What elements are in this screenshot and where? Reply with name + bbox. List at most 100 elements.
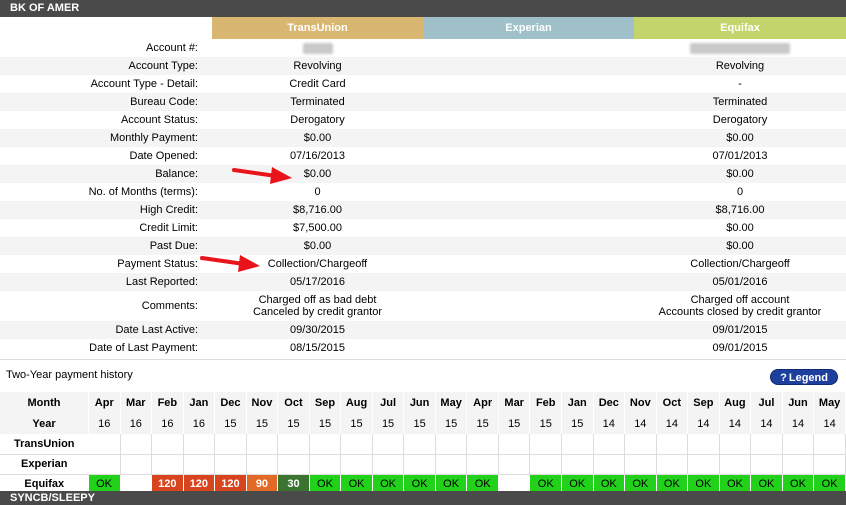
- month-cell: Feb: [529, 392, 562, 413]
- field-label: Balance:: [0, 165, 212, 183]
- experian-row-label: Experian: [0, 454, 89, 475]
- transunion-history-cell: [277, 434, 310, 455]
- equifax-value: $0.00: [634, 237, 846, 255]
- transunion-history-cell: [750, 434, 783, 455]
- account-detail-row: Last Reported: 05/17/2016 05/01/2016: [0, 273, 846, 291]
- account-detail-row: Bureau Code: Terminated Terminated: [0, 93, 846, 111]
- transunion-value: Derogatory: [290, 114, 345, 126]
- bureau-header-row: TransUnion Experian Equifax: [0, 17, 846, 39]
- field-label: Date Last Active:: [0, 321, 212, 339]
- month-row: Month Apr Mar Feb Jan Dec Nov Oct Sep Aug Jul Jun M…: [0, 392, 846, 413]
- year-cell: 14: [687, 413, 720, 434]
- equifax-value: Charged off account Accounts closed by cr…: [634, 291, 846, 321]
- comment-line: Charged off account: [690, 294, 790, 306]
- experian-history-cell: [561, 454, 594, 475]
- equifax-value: $8,716.00: [634, 201, 846, 219]
- experian-value: [423, 321, 634, 339]
- legend-button[interactable]: ? Legend: [770, 369, 838, 385]
- experian-history-cell: [719, 454, 752, 475]
- field-label: High Credit:: [0, 201, 212, 219]
- month-cell: Sep: [687, 392, 720, 413]
- experian-value: [423, 57, 634, 75]
- transunion-value: Revolving: [212, 57, 423, 75]
- transunion-value: [212, 39, 423, 57]
- year-cell: 15: [435, 413, 468, 434]
- experian-history-cell: [435, 454, 468, 475]
- month-cell: Apr: [88, 392, 121, 413]
- next-account-section-header[interactable]: SYNCB/SLEEPY: [0, 491, 846, 505]
- account-detail-row: Account Type - Detail: Credit Card -: [0, 75, 846, 93]
- experian-value: [423, 291, 634, 321]
- equifax-value: 05/01/2016: [634, 273, 846, 291]
- redacted-account-number: [690, 42, 790, 54]
- transunion-history-cell: [340, 434, 373, 455]
- transunion-history-cell: [151, 434, 184, 455]
- transunion-value: Terminated: [212, 93, 423, 111]
- month-cell: Feb: [151, 392, 184, 413]
- equifax-value: -: [738, 78, 742, 90]
- field-label: Comments:: [141, 300, 198, 312]
- legend-button-label: Legend: [788, 372, 828, 384]
- experian-value: [423, 165, 634, 183]
- experian-history-cell: [750, 454, 783, 475]
- equifax-value: $0.00: [726, 222, 754, 234]
- transunion-value: $7,500.00: [293, 222, 342, 234]
- account-detail-row: Monthly Payment: $0.00 $0.00: [0, 129, 846, 147]
- help-icon: ?: [780, 372, 787, 384]
- field-label: Date of Last Payment:: [89, 342, 198, 354]
- month-row-label: Month: [0, 392, 90, 413]
- experian-value: [423, 183, 634, 201]
- month-cell: Jan: [561, 392, 594, 413]
- transunion-history-cell: [561, 434, 594, 455]
- experian-value: [423, 237, 634, 255]
- year-cell: 15: [340, 413, 373, 434]
- month-cell: Nov: [246, 392, 279, 413]
- experian-history-cell: [782, 454, 815, 475]
- experian-history-cell: [214, 454, 247, 475]
- experian-history-cell: [309, 454, 342, 475]
- equifax-value: 09/01/2015: [634, 321, 846, 339]
- year-cell: 14: [750, 413, 783, 434]
- account-detail-row: Date of Last Payment: 08/15/2015 09/01/201…: [0, 339, 846, 357]
- transunion-history-cell: [813, 434, 846, 455]
- account-detail-row: Credit Limit: $7,500.00 $0.00: [0, 219, 846, 237]
- account-section-header[interactable]: BK OF AMER: [0, 0, 846, 17]
- transunion-history-cell: [624, 434, 657, 455]
- equifax-value: 07/01/2013: [712, 150, 768, 162]
- field-label: Bureau Code:: [0, 93, 212, 111]
- account-detail-row: Payment Status: Collection/Chargeoff Colle…: [0, 255, 846, 273]
- year-cell: 16: [120, 413, 153, 434]
- red-arrow-payment-status-annotation: [200, 255, 260, 272]
- field-label: No. of Months (terms):: [88, 186, 198, 198]
- transunion-history-row: TransUnion: [0, 434, 846, 455]
- field-label: Payment Status:: [117, 258, 198, 270]
- transunion-history-cell: [782, 434, 815, 455]
- year-cell: 14: [813, 413, 846, 434]
- payment-history-bar: Two-Year payment history ? Legend: [0, 359, 846, 391]
- field-label: Monthly Payment:: [0, 129, 212, 147]
- month-cell: May: [813, 392, 846, 413]
- transunion-history-cell: [719, 434, 752, 455]
- experian-history-row: Experian: [0, 454, 846, 475]
- equifax-value: Revolving: [634, 57, 846, 75]
- month-cell: Dec: [593, 392, 626, 413]
- month-cell: Sep: [309, 392, 342, 413]
- account-detail-row: Comments: Charged off as bad debt Canceled…: [0, 291, 846, 321]
- transunion-history-cell: [593, 434, 626, 455]
- year-cell: 16: [183, 413, 216, 434]
- transunion-history-cell: [466, 434, 499, 455]
- equifax-column-header: Equifax: [634, 17, 846, 39]
- month-cell: Jan: [183, 392, 216, 413]
- transunion-history-cell: [435, 434, 468, 455]
- experian-history-cell: [246, 454, 279, 475]
- equifax-value: Collection/Chargeoff: [690, 258, 790, 270]
- account-detail-row: Date Last Active: 09/30/2015 09/01/2015: [0, 321, 846, 339]
- year-cell: 15: [246, 413, 279, 434]
- month-cell: Oct: [277, 392, 310, 413]
- account-detail-row: Account Type: Revolving Revolving: [0, 57, 846, 75]
- transunion-value: 08/15/2015: [289, 342, 346, 354]
- experian-history-cell: [88, 454, 121, 475]
- transunion-column-header: TransUnion: [212, 17, 423, 39]
- experian-value: [423, 93, 634, 111]
- year-cell: 15: [214, 413, 247, 434]
